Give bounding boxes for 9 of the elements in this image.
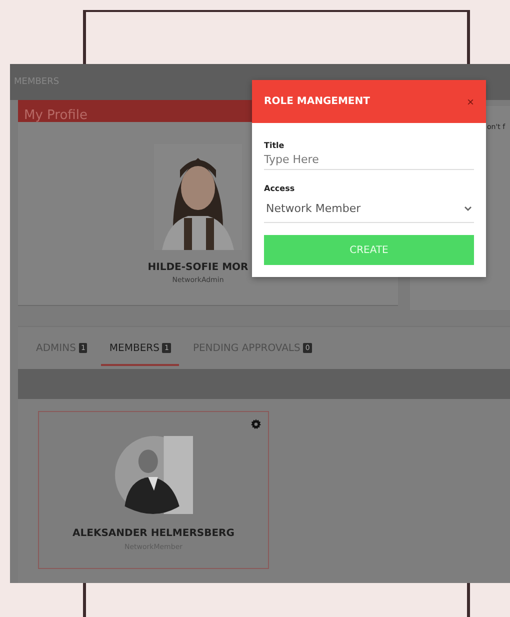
field-label: Title	[264, 141, 286, 150]
member-name: ALEKSANDER HELMERSBERG	[72, 528, 234, 539]
access-select[interactable]: Network Member	[264, 195, 474, 223]
profile-heading: My Profile	[24, 109, 88, 122]
profile-name: HILDE-SOFIE MOR	[148, 262, 248, 273]
field-label: Access	[264, 184, 296, 193]
settings-icon[interactable]	[251, 419, 261, 429]
dialog-title: ROLE MANGEMENT	[264, 96, 370, 107]
chevron-icon	[464, 206, 472, 211]
